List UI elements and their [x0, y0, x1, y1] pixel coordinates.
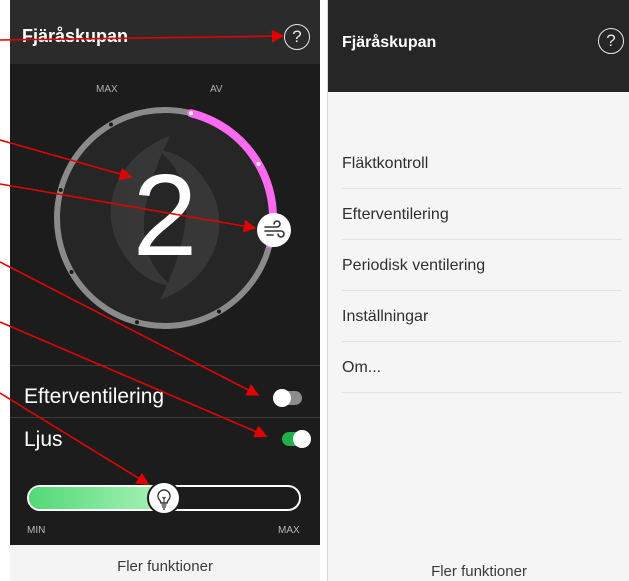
- menu-item-installningar[interactable]: Inställningar: [328, 291, 629, 342]
- divider: [10, 417, 320, 418]
- dial-tick: [109, 122, 113, 127]
- dial-tick: [135, 320, 139, 325]
- dial-tick: [58, 188, 63, 192]
- toggle-knob: [293, 430, 311, 448]
- ljus-toggle[interactable]: [282, 430, 311, 448]
- wind-icon: [264, 220, 285, 238]
- menu-screen: Fjäråskupan ? Fläktkontroll Efterventile…: [327, 0, 629, 581]
- fan-control-screen: Fjäråskupan ? MAX AV 2 Efterventilering …: [10, 0, 320, 581]
- menu-item-om[interactable]: Om...: [328, 342, 629, 393]
- menu-item-efterventilering[interactable]: Efterventilering: [328, 189, 629, 240]
- app-title: Fjäråskupan: [22, 26, 129, 46]
- menu-item-flaktkontroll[interactable]: Fläktkontroll: [328, 138, 629, 189]
- main-menu: Fläktkontroll Efterventilering Periodisk…: [328, 138, 629, 393]
- app-header: Fjäråskupan ?: [10, 0, 320, 64]
- dial-tick: [189, 111, 194, 116]
- slider-max-label: MAX: [278, 525, 300, 536]
- efterventilering-label: Efterventilering: [24, 385, 165, 408]
- slider-min-label: MIN: [27, 525, 46, 536]
- more-functions-button[interactable]: Fler funktioner: [328, 545, 629, 581]
- fan-level-value: 2: [132, 150, 198, 280]
- menu-item-periodisk-ventilering[interactable]: Periodisk ventilering: [328, 240, 629, 291]
- dial-tick: [217, 309, 221, 314]
- efterventilering-toggle[interactable]: [273, 389, 302, 407]
- dial-tick: [69, 270, 74, 274]
- more-functions-button[interactable]: Fler funktioner: [10, 545, 320, 581]
- help-icon[interactable]: ?: [598, 28, 624, 54]
- app-title: Fjäråskupan: [342, 34, 437, 51]
- light-slider-thumb[interactable]: [147, 481, 181, 515]
- divider: [10, 365, 320, 366]
- light-slider-fill: [29, 487, 166, 509]
- lightbulb-icon: [157, 489, 171, 510]
- dial-tick: [256, 162, 261, 166]
- screenshot-stage: Fjäråskupan ? MAX AV 2 Efterventilering …: [0, 0, 629, 581]
- ljus-label: Ljus: [24, 428, 63, 451]
- app-header: Fjäråskupan ?: [328, 0, 629, 92]
- fan-speed-knob[interactable]: [257, 213, 291, 247]
- toggle-knob: [273, 389, 291, 407]
- help-icon[interactable]: ?: [284, 24, 310, 50]
